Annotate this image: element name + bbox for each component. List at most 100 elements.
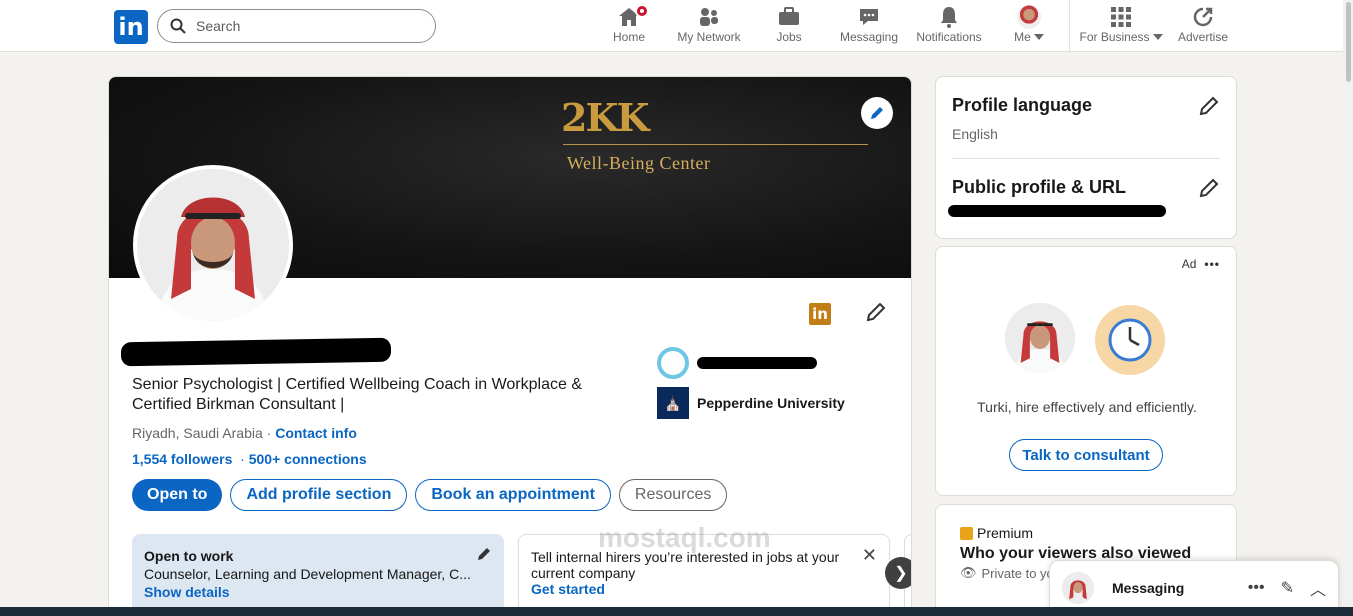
premium-icon xyxy=(960,526,973,540)
ad-member-photo xyxy=(1005,303,1075,373)
education-item[interactable] xyxy=(657,347,845,379)
nav-divider xyxy=(1069,0,1070,52)
nav-jobs-label: Jobs xyxy=(776,30,802,44)
location-row: Riyadh, Saudi Arabia · Contact info xyxy=(132,425,357,441)
connections-link[interactable]: 500+ connections xyxy=(249,451,367,467)
carousel-next-button[interactable]: ❯ xyxy=(885,557,911,589)
me-avatar xyxy=(1017,5,1041,29)
public-profile-title: Public profile & URL xyxy=(952,177,1127,197)
nav-for-business-label: For Business xyxy=(1079,30,1150,44)
chevron-right-icon: ❯ xyxy=(894,565,908,582)
nav-messaging-label: Messaging xyxy=(839,30,899,44)
get-started-link[interactable]: Get started xyxy=(531,581,877,597)
nav-my-network[interactable]: My Network xyxy=(672,4,746,50)
network-stats: 1,554 followers · 500+ connections xyxy=(132,451,367,467)
organization-logo-icon xyxy=(657,347,689,379)
person-photo-icon xyxy=(1062,572,1094,604)
nav-advertise[interactable]: Advertise xyxy=(1176,4,1230,50)
edit-intro-button[interactable] xyxy=(865,301,887,328)
university-logo-icon: ⛪ xyxy=(657,387,689,419)
nav-for-business[interactable]: For Business xyxy=(1079,4,1163,50)
internal-hirers-card: Tell internal hirers you’re interested i… xyxy=(518,534,890,614)
nav-home-label: Home xyxy=(612,30,645,44)
pencil-icon xyxy=(1199,178,1219,198)
chevron-up-icon[interactable]: ︿ xyxy=(1310,576,1326,600)
open-to-work-detail: Counselor, Learning and Development Mana… xyxy=(144,566,471,582)
nav-advertise-label: Advertise xyxy=(1177,30,1229,44)
scrollbar-track[interactable] xyxy=(1343,0,1353,607)
search-box[interactable] xyxy=(157,9,436,43)
profile-settings-card: Profile language English Public profile … xyxy=(935,76,1237,239)
open-to-work-card: Open to work Counselor, Learning and Dev… xyxy=(132,534,504,614)
edit-banner-button[interactable] xyxy=(861,97,893,129)
person-photo-icon xyxy=(137,169,289,321)
clock-icon xyxy=(1095,305,1165,375)
location-text: Riyadh, Saudi Arabia xyxy=(132,425,263,441)
profile-language-section: Profile language English xyxy=(952,95,1220,142)
chevron-down-icon xyxy=(1033,34,1044,40)
messaging-avatar xyxy=(1062,572,1094,604)
person-photo-icon xyxy=(1005,303,1075,373)
redacted-organization xyxy=(697,357,817,369)
talk-to-consultant-button[interactable]: Talk to consultant xyxy=(1009,439,1163,471)
linkedin-badge-icon[interactable]: in xyxy=(809,303,831,325)
profile-photo[interactable] xyxy=(133,165,293,325)
banner-divider xyxy=(563,144,868,145)
nav-me-label: Me xyxy=(1014,30,1031,44)
notification-dot xyxy=(635,4,649,18)
profile-actions: Open to Add profile section Book an appo… xyxy=(132,479,728,511)
grid-icon xyxy=(1111,7,1131,27)
messaging-title: Messaging xyxy=(1112,580,1185,596)
followers-link[interactable]: 1,554 followers xyxy=(132,451,232,467)
chevron-down-icon xyxy=(1152,34,1163,40)
profile-headline: Senior Psychologist | Certified Wellbein… xyxy=(132,376,582,413)
public-profile-section: Public profile & URL xyxy=(952,177,1220,198)
nav-my-network-label: My Network xyxy=(677,30,741,44)
contact-info-link[interactable]: Contact info xyxy=(275,425,357,441)
ad-text: Turki, hire effectively and efficiently. xyxy=(977,399,1197,415)
network-icon xyxy=(700,8,718,26)
nav-notifications[interactable]: Notifications xyxy=(914,4,984,50)
add-profile-section-button[interactable]: Add profile section xyxy=(230,479,408,511)
premium-label: Premium xyxy=(977,525,1034,541)
linkedin-logo-icon[interactable]: in xyxy=(114,10,148,44)
top-nav: in Home My Network Jobs Messaging Notifi… xyxy=(0,0,1353,52)
advertise-icon xyxy=(1193,7,1213,27)
resources-button[interactable]: Resources xyxy=(618,479,728,511)
ad-label: Ad ••• xyxy=(1182,257,1220,271)
ad-card: Ad ••• Turki, hire effectively and effic… xyxy=(935,246,1237,496)
scrollbar-thumb[interactable] xyxy=(1346,2,1351,82)
compose-icon[interactable]: ✎ xyxy=(1281,578,1294,598)
education-item[interactable]: ⛪ Pepperdine University xyxy=(657,387,845,419)
search-input[interactable] xyxy=(196,18,416,34)
nav-home[interactable]: Home xyxy=(606,4,652,50)
show-details-link[interactable]: Show details xyxy=(144,584,492,600)
more-options-icon[interactable]: ••• xyxy=(1248,579,1265,597)
nav-me[interactable]: Me xyxy=(1010,4,1048,50)
redacted-profile-url xyxy=(948,205,1166,217)
os-taskbar xyxy=(0,607,1353,616)
divider xyxy=(952,158,1220,159)
profile-language-title: Profile language xyxy=(952,95,1093,115)
edit-open-to-work-button[interactable] xyxy=(476,546,492,565)
edit-language-button[interactable] xyxy=(1198,95,1220,122)
banner-subtitle: Well-Being Center xyxy=(567,153,711,173)
profile-card: 2KK Well-Being Center in Senior Psycholo… xyxy=(108,76,912,616)
nav-jobs[interactable]: Jobs xyxy=(770,4,808,50)
close-icon[interactable]: ✕ xyxy=(862,545,877,566)
book-appointment-button[interactable]: Book an appointment xyxy=(415,479,611,511)
education-name: Pepperdine University xyxy=(697,395,845,411)
banner-brand-logo: 2KK xyxy=(561,95,649,140)
briefcase-icon xyxy=(779,7,799,25)
pencil-icon xyxy=(871,107,883,119)
more-options-icon[interactable]: ••• xyxy=(1204,257,1220,271)
pencil-icon xyxy=(866,302,886,322)
bell-icon xyxy=(941,7,957,28)
internal-hirers-text: Tell internal hirers you’re interested i… xyxy=(531,549,840,581)
nav-messaging[interactable]: Messaging xyxy=(838,4,900,50)
ad-label-text: Ad xyxy=(1181,257,1197,271)
redacted-name xyxy=(120,337,392,367)
edit-public-url-button[interactable] xyxy=(1198,177,1220,204)
open-to-button[interactable]: Open to xyxy=(132,479,223,511)
profile-language-value: English xyxy=(952,126,998,142)
